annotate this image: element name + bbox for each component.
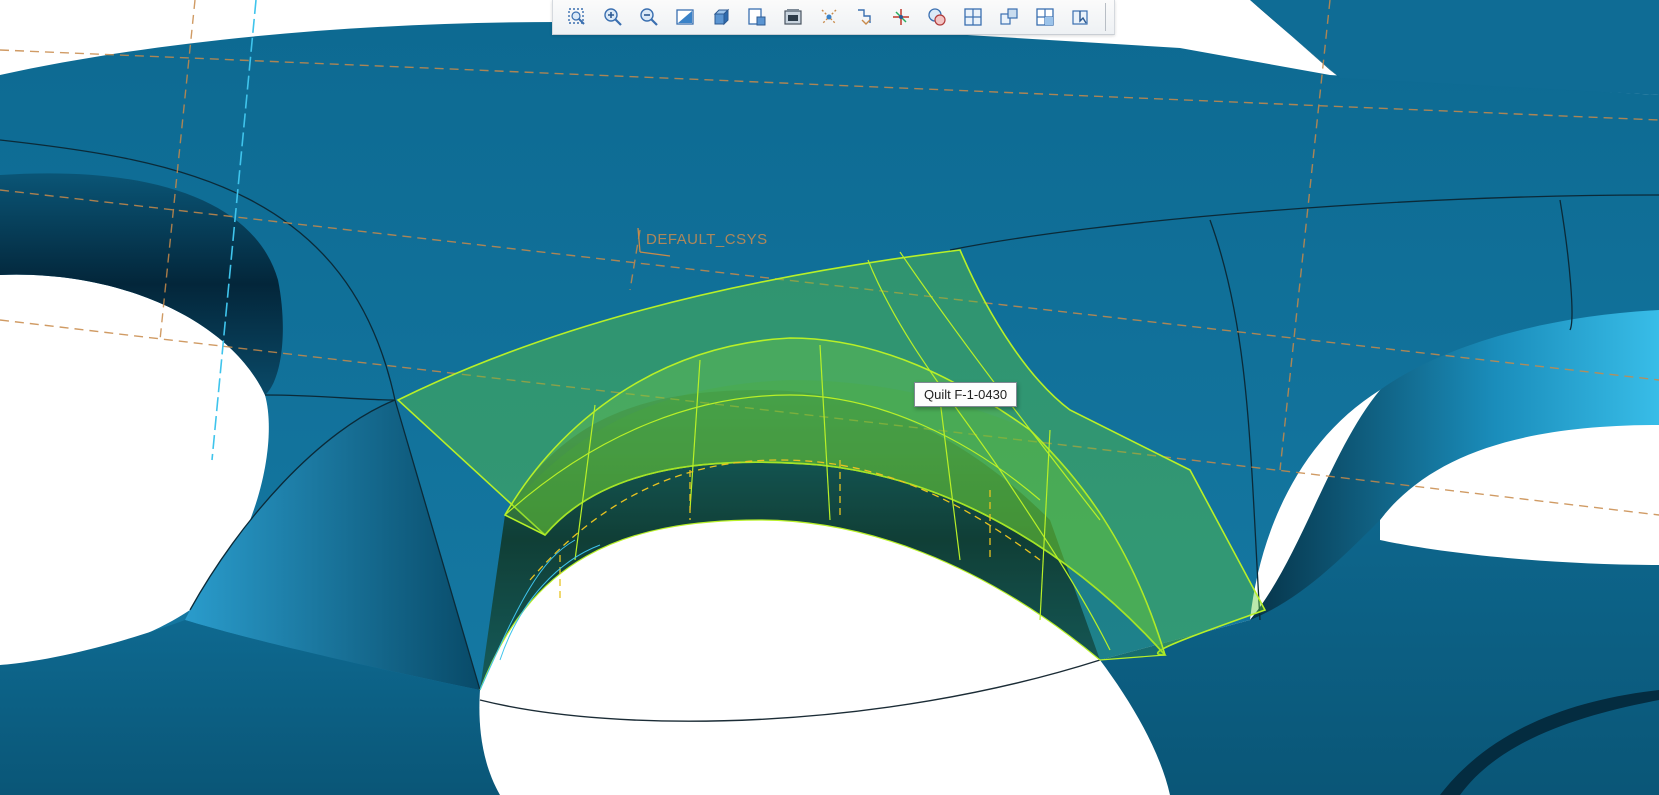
datum-display-icon [821,9,837,25]
saved-orientations-icon [748,8,766,26]
csys-display-icon [1036,8,1054,26]
model-view[interactable] [0,0,1659,795]
point-display-button[interactable] [1065,2,1097,32]
show-hide-icon [928,8,946,26]
axis-display-button[interactable] [993,2,1025,32]
spin-center-button[interactable] [885,2,917,32]
zoom-in-icon [604,8,622,26]
display-style-icon [713,8,730,26]
view-manager-icon [784,9,802,25]
axis-display-icon [1000,8,1018,25]
refit-icon [568,8,585,25]
refit-button[interactable] [561,2,593,32]
repaint-button[interactable] [669,2,701,32]
view-manager-button[interactable] [777,2,809,32]
csys-label: DEFAULT_CSYS [646,231,768,248]
zoom-out-button[interactable] [633,2,665,32]
quilt-tooltip: Quilt F-1-0430 [914,382,1018,407]
plane-display-icon [964,8,982,26]
saved-orientations-button[interactable] [741,2,773,32]
toolbar-separator [1105,3,1106,31]
datum-display-button[interactable] [813,2,845,32]
spin-center-icon [893,9,909,25]
graphics-viewport[interactable] [0,0,1659,795]
plane-display-button[interactable] [957,2,989,32]
csys-display-button[interactable] [1029,2,1061,32]
zoom-in-button[interactable] [597,2,629,32]
annotation-display-icon [858,9,871,25]
zoom-out-icon [640,8,658,26]
repaint-icon [676,9,694,25]
point-display-icon [1072,10,1088,25]
annotation-display-button[interactable] [849,2,881,32]
show-hide-button[interactable] [921,2,953,32]
view-toolbar [552,0,1115,35]
display-style-button[interactable] [705,2,737,32]
